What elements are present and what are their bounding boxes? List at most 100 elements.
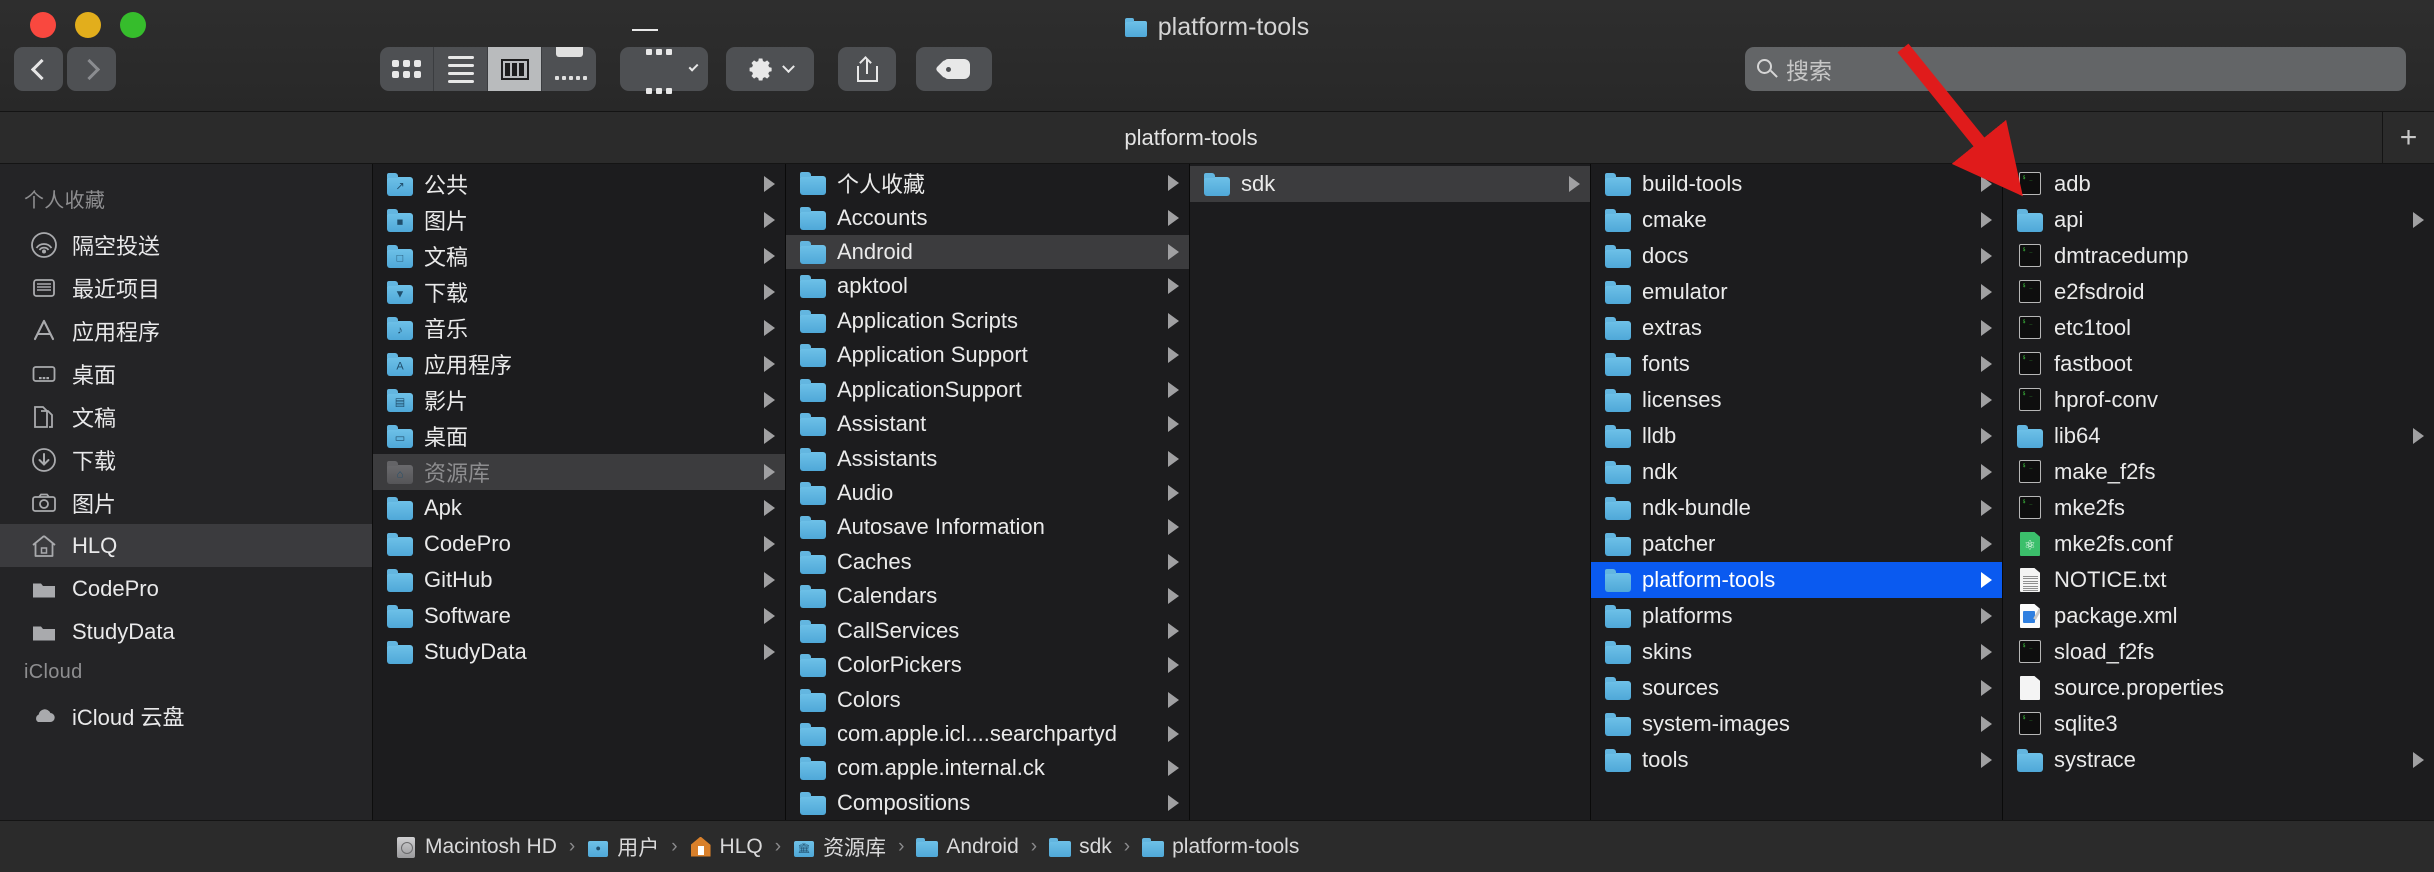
icon-view-button[interactable] xyxy=(380,47,434,91)
disclosure-triangle-icon[interactable] xyxy=(1168,210,1179,226)
disclosure-triangle-icon[interactable] xyxy=(1981,464,1992,480)
tags-button[interactable] xyxy=(916,47,992,91)
file-row[interactable]: ndk-bundle xyxy=(1591,490,2002,526)
disclosure-triangle-icon[interactable] xyxy=(1168,382,1179,398)
sidebar-item-最近项目[interactable]: 最近项目 xyxy=(0,266,372,309)
file-row[interactable]: Application Scripts xyxy=(786,304,1189,338)
disclosure-triangle-icon[interactable] xyxy=(1981,356,1992,372)
file-row[interactable]: emulator xyxy=(1591,274,2002,310)
disclosure-triangle-icon[interactable] xyxy=(1981,176,1992,192)
disclosure-triangle-icon[interactable] xyxy=(1168,692,1179,708)
disclosure-triangle-icon[interactable] xyxy=(1981,752,1992,768)
column-view-button[interactable] xyxy=(488,47,542,91)
disclosure-triangle-icon[interactable] xyxy=(1981,716,1992,732)
disclosure-triangle-icon[interactable] xyxy=(764,536,775,552)
disclosure-triangle-icon[interactable] xyxy=(1168,657,1179,673)
file-row[interactable]: Apk xyxy=(373,490,785,526)
file-row[interactable]: CodePro xyxy=(373,526,785,562)
file-row[interactable]: tools xyxy=(1591,742,2002,778)
disclosure-triangle-icon[interactable] xyxy=(1168,244,1179,260)
disclosure-triangle-icon[interactable] xyxy=(764,356,775,372)
file-row[interactable]: Colors xyxy=(786,682,1189,716)
disclosure-triangle-icon[interactable] xyxy=(1168,175,1179,191)
disclosure-triangle-icon[interactable] xyxy=(1168,347,1179,363)
forward-button[interactable] xyxy=(67,47,116,91)
file-row[interactable]: cmake xyxy=(1591,202,2002,238)
file-row[interactable]: Assistant xyxy=(786,407,1189,441)
disclosure-triangle-icon[interactable] xyxy=(2413,752,2424,768)
disclosure-triangle-icon[interactable] xyxy=(764,212,775,228)
sidebar-item-文稿[interactable]: 文稿 xyxy=(0,395,372,438)
disclosure-triangle-icon[interactable] xyxy=(1569,176,1580,192)
disclosure-triangle-icon[interactable] xyxy=(1981,572,1992,588)
breadcrumb-item[interactable]: sdk xyxy=(1049,835,1112,859)
file-row[interactable]: Application Support xyxy=(786,338,1189,372)
disclosure-triangle-icon[interactable] xyxy=(1168,588,1179,604)
disclosure-triangle-icon[interactable] xyxy=(1981,428,1992,444)
disclosure-triangle-icon[interactable] xyxy=(764,320,775,336)
gallery-view-button[interactable] xyxy=(542,47,596,91)
disclosure-triangle-icon[interactable] xyxy=(1981,248,1992,264)
disclosure-triangle-icon[interactable] xyxy=(2413,212,2424,228)
file-row[interactable]: ⚛mke2fs.conf xyxy=(2003,526,2434,562)
breadcrumb-item[interactable]: Android xyxy=(916,835,1018,859)
file-row[interactable]: GitHub xyxy=(373,562,785,598)
disclosure-triangle-icon[interactable] xyxy=(764,572,775,588)
file-row[interactable]: lldb xyxy=(1591,418,2002,454)
file-row[interactable]: $ _hprof-conv xyxy=(2003,382,2434,418)
disclosure-triangle-icon[interactable] xyxy=(1168,278,1179,294)
breadcrumb-item[interactable]: 用户 xyxy=(587,832,659,862)
breadcrumb-item[interactable]: platform-tools xyxy=(1142,835,1299,859)
sidebar-item-iCloud 云盘[interactable]: iCloud 云盘 xyxy=(0,694,372,737)
file-row[interactable]: ♪音乐 xyxy=(373,310,785,346)
file-row[interactable]: 个人收藏 xyxy=(786,166,1189,200)
file-row[interactable]: ⌂资源库 xyxy=(373,454,785,490)
disclosure-triangle-icon[interactable] xyxy=(1981,536,1992,552)
disclosure-triangle-icon[interactable] xyxy=(1168,416,1179,432)
file-row[interactable]: A应用程序 xyxy=(373,346,785,382)
file-row[interactable]: ▼下载 xyxy=(373,274,785,310)
disclosure-triangle-icon[interactable] xyxy=(1981,392,1992,408)
group-by-button[interactable] xyxy=(620,47,708,91)
file-row[interactable]: ▤影片 xyxy=(373,382,785,418)
disclosure-triangle-icon[interactable] xyxy=(1168,451,1179,467)
disclosure-triangle-icon[interactable] xyxy=(764,428,775,444)
file-row[interactable]: extras xyxy=(1591,310,2002,346)
action-menu-button[interactable] xyxy=(726,47,814,91)
close-button[interactable] xyxy=(30,12,56,38)
file-row[interactable]: platform-tools xyxy=(1591,562,2002,598)
file-row[interactable]: ↗公共 xyxy=(373,166,785,202)
breadcrumb-item[interactable]: 资源库 xyxy=(793,832,886,862)
file-row[interactable]: ▭桌面 xyxy=(373,418,785,454)
file-row[interactable]: $ _etc1tool xyxy=(2003,310,2434,346)
file-row[interactable]: Autosave Information xyxy=(786,510,1189,544)
disclosure-triangle-icon[interactable] xyxy=(1981,212,1992,228)
disclosure-triangle-icon[interactable] xyxy=(1981,680,1992,696)
file-row[interactable]: $ _mke2fs xyxy=(2003,490,2434,526)
sidebar-item-StudyData[interactable]: StudyData xyxy=(0,610,372,653)
file-row[interactable]: $ _fastboot xyxy=(2003,346,2434,382)
disclosure-triangle-icon[interactable] xyxy=(764,608,775,624)
disclosure-triangle-icon[interactable] xyxy=(764,176,775,192)
file-row[interactable]: $ _e2fsdroid xyxy=(2003,274,2434,310)
search-field[interactable]: 搜索 xyxy=(1745,47,2406,91)
file-row[interactable]: Assistants xyxy=(786,441,1189,475)
sidebar-item-应用程序[interactable]: 应用程序 xyxy=(0,309,372,352)
file-row[interactable]: Compositions xyxy=(786,786,1189,820)
file-row[interactable]: □文稿 xyxy=(373,238,785,274)
disclosure-triangle-icon[interactable] xyxy=(1168,519,1179,535)
new-tab-button[interactable]: + xyxy=(2382,112,2434,163)
file-row[interactable]: StudyData xyxy=(373,634,785,670)
disclosure-triangle-icon[interactable] xyxy=(1981,608,1992,624)
file-row[interactable]: system-images xyxy=(1591,706,2002,742)
disclosure-triangle-icon[interactable] xyxy=(764,284,775,300)
disclosure-triangle-icon[interactable] xyxy=(1168,313,1179,329)
disclosure-triangle-icon[interactable] xyxy=(1981,320,1992,336)
disclosure-triangle-icon[interactable] xyxy=(1168,485,1179,501)
file-row[interactable]: systrace xyxy=(2003,742,2434,778)
file-row[interactable]: lib64 xyxy=(2003,418,2434,454)
file-row[interactable]: licenses xyxy=(1591,382,2002,418)
sidebar-item-HLQ[interactable]: HLQ xyxy=(0,524,372,567)
file-row[interactable]: $ _sload_f2fs xyxy=(2003,634,2434,670)
file-row[interactable]: $ _dmtracedump xyxy=(2003,238,2434,274)
